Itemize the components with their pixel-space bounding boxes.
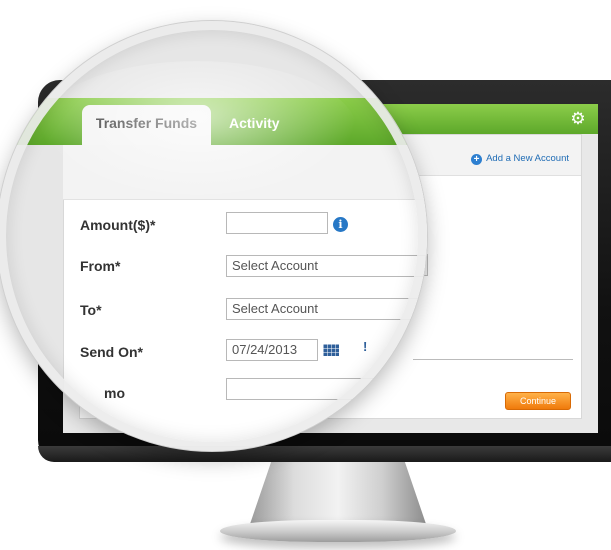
amount-label: Amount($)* xyxy=(80,217,156,233)
monitor-stand-base xyxy=(220,520,456,542)
add-account-label: Add a New Account xyxy=(486,153,569,164)
monitor-chin xyxy=(38,446,611,462)
calendar-icon[interactable] xyxy=(323,344,339,356)
help-marker: ! xyxy=(363,339,368,354)
send-on-label: Send On* xyxy=(80,344,144,360)
magnified-tab-activity[interactable]: Activity xyxy=(229,105,280,141)
send-on-date-input[interactable]: 07/24/2013 xyxy=(226,339,318,361)
from-select[interactable]: Select Account xyxy=(226,255,426,277)
from-label: From* xyxy=(80,258,121,274)
magnified-panel-header xyxy=(63,145,427,200)
to-select[interactable]: Select Account xyxy=(226,298,426,320)
monitor-stand-neck xyxy=(250,462,426,524)
continue-button[interactable]: Continue xyxy=(505,392,571,410)
magnifier-lens: Transfer Funds Activity Amount($)* i Fro… xyxy=(0,21,427,451)
memo-label: mo xyxy=(104,385,125,401)
add-account-link[interactable]: + Add a New Account xyxy=(471,153,569,165)
info-icon[interactable]: i xyxy=(333,217,348,232)
memo-input[interactable] xyxy=(226,378,386,400)
magnified-tab-transfer-funds[interactable]: Transfer Funds xyxy=(82,105,211,145)
divider-line xyxy=(413,359,573,360)
amount-input[interactable] xyxy=(226,212,328,234)
magnified-tab-bar xyxy=(0,98,427,145)
gear-icon[interactable]: ⚙ xyxy=(568,109,588,129)
plus-circle-icon: + xyxy=(471,154,483,165)
to-label: To* xyxy=(80,302,102,318)
